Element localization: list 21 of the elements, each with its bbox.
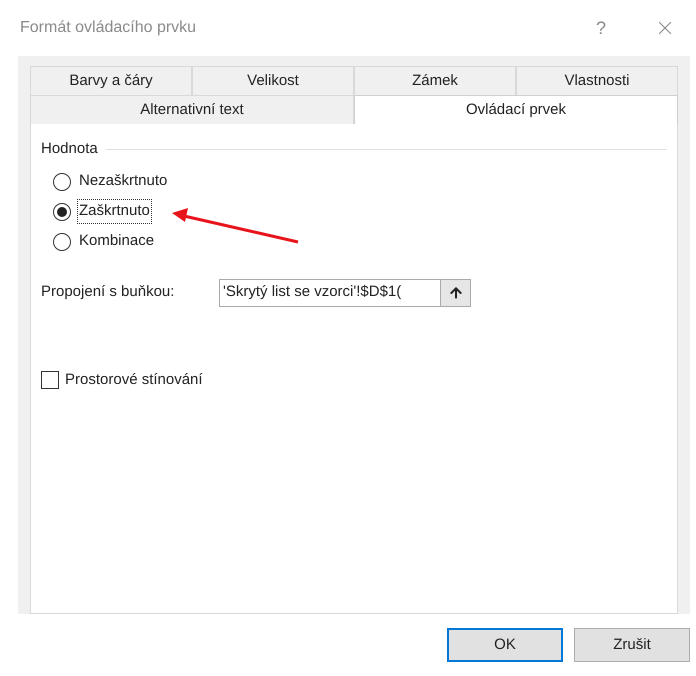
group-title: Hodnota [41,139,98,159]
tab[interactable]: Vlastnosti [516,66,678,95]
cell-link-field[interactable]: 'Skrytý list se vzorci'!$D$1( [219,278,441,306]
checkbox[interactable] [41,370,59,389]
tab[interactable]: Zámek [354,66,516,95]
radio-option[interactable]: Kombinace [53,230,667,252]
checkbox-option[interactable]: Prostorové stínování [41,368,667,391]
tab[interactable]: Barvy a čáry [30,66,192,95]
radio-option[interactable]: Nezaškrtnuto [53,170,667,192]
tab[interactable]: Alternativní text [30,95,354,124]
tab[interactable]: Ovládací prvek [354,95,678,124]
tab[interactable]: Velikost [192,66,354,95]
dialog-button[interactable]: Zrušit [574,628,690,662]
field-label: Propojení s buňkou: [41,282,176,302]
window-title: Formát ovládacího prvku [20,18,198,38]
collapse-button[interactable] [441,278,471,306]
radio-option[interactable]: Zaškrtnuto [53,200,667,222]
radio-button[interactable] [53,202,71,220]
radio-button[interactable] [53,172,71,190]
radio-button[interactable] [53,232,71,250]
dialog-button[interactable]: OK [447,628,563,662]
